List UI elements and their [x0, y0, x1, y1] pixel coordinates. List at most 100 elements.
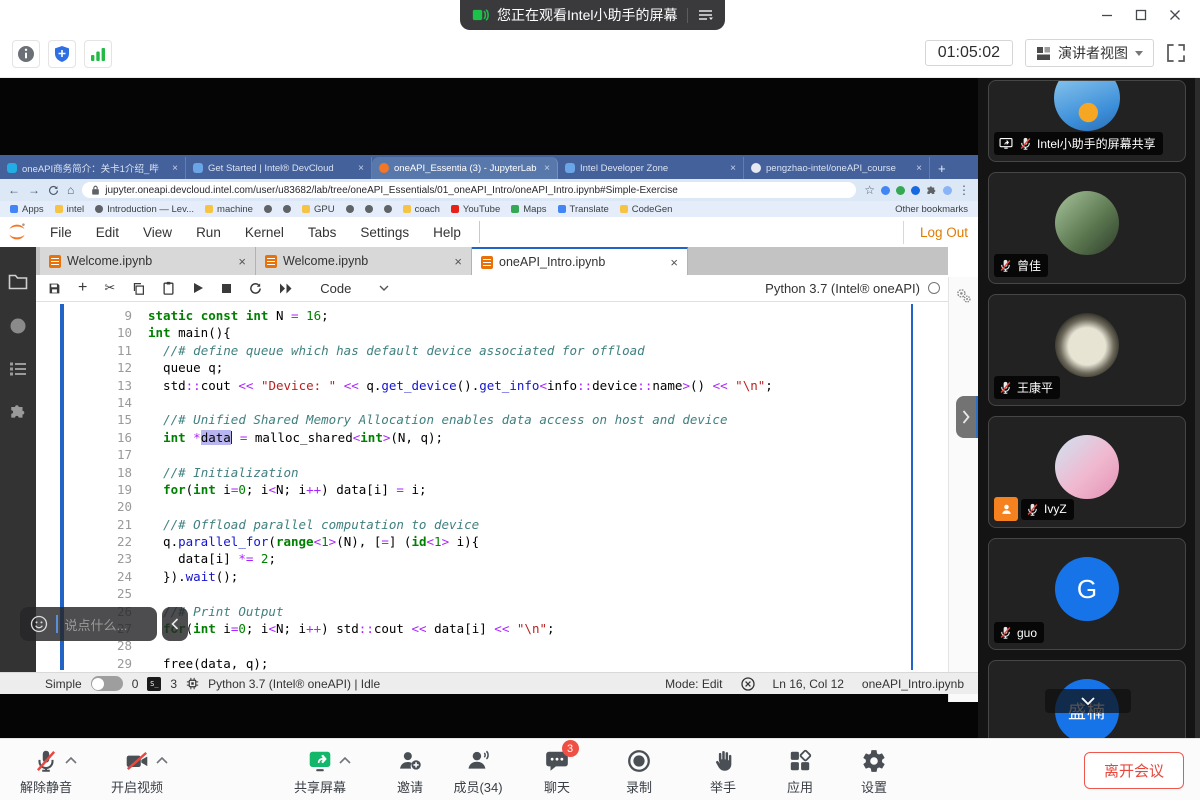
extension-manager-icon[interactable]	[9, 403, 27, 421]
document-tab[interactable]: oneAPI_Intro.ipynb×	[472, 247, 688, 275]
url-bar[interactable]: jupyter.oneapi.devcloud.intel.com/user/u…	[82, 182, 856, 198]
bookmark-item[interactable]: machine	[205, 204, 253, 215]
security-shield-icon[interactable]	[48, 40, 76, 68]
tab-close-icon[interactable]: ×	[454, 254, 462, 269]
bookmark-item[interactable]: Translate	[558, 204, 609, 215]
bookmark-star-icon[interactable]: ☆	[864, 183, 875, 197]
property-inspector-icon[interactable]	[955, 287, 972, 702]
participant-tile[interactable]: Gguo	[988, 538, 1186, 650]
menu-kernel[interactable]: Kernel	[233, 225, 296, 240]
bookmark-item[interactable]: Maps	[511, 204, 546, 215]
bookmark-item[interactable]: YouTube	[451, 204, 500, 215]
participant-tile[interactable]: 盛楠	[988, 660, 1186, 738]
chat-input[interactable]: 说点什么...	[20, 607, 157, 641]
other-bookmarks[interactable]: Other bookmarks	[895, 204, 968, 215]
bookmark-item[interactable]: GPU	[302, 204, 335, 215]
cell-type-select[interactable]: Code	[320, 281, 389, 296]
tab-close-icon[interactable]: ×	[358, 163, 364, 174]
network-signal-icon[interactable]	[84, 40, 112, 68]
forward-icon[interactable]: →	[28, 183, 40, 197]
new-tab-button[interactable]: +	[930, 157, 954, 179]
browser-tab[interactable]: oneAPI_Essentia (3) - JupyterLab×	[372, 157, 558, 179]
home-icon[interactable]: ⌂	[67, 183, 74, 197]
browser-tab[interactable]: pengzhao-intel/oneAPI_course×	[744, 157, 930, 179]
settings-button[interactable]: 设置	[842, 747, 906, 796]
tab-close-icon[interactable]: ×	[544, 163, 550, 174]
minimize-button[interactable]	[1090, 2, 1124, 28]
menu-file[interactable]: File	[38, 225, 84, 240]
unmute-button[interactable]: 解除静音	[14, 747, 78, 796]
logout-button[interactable]: Log Out	[903, 221, 968, 244]
cut-cells-button[interactable]: ✂	[104, 280, 115, 296]
notification-icon[interactable]	[741, 677, 755, 691]
leave-meeting-button[interactable]: 离开会议	[1084, 752, 1184, 789]
extensions-puzzle-icon[interactable]	[926, 185, 937, 196]
tab-close-icon[interactable]: ×	[916, 163, 922, 174]
raise-hand-button[interactable]: 举手	[691, 747, 755, 796]
menu-view[interactable]: View	[131, 225, 184, 240]
menu-help[interactable]: Help	[421, 225, 473, 240]
start-video-button[interactable]: 开启视频	[105, 747, 169, 796]
fullscreen-button[interactable]	[1166, 43, 1186, 63]
apps-button[interactable]: 应用	[768, 747, 832, 796]
menu-tabs[interactable]: Tabs	[296, 225, 349, 240]
sidebar-collapse-handle[interactable]	[956, 396, 978, 438]
document-tab[interactable]: Welcome.ipynb×	[40, 247, 256, 275]
profile-avatar-icon[interactable]	[943, 186, 952, 195]
chat-collapse-button[interactable]	[162, 607, 188, 641]
close-button[interactable]	[1158, 2, 1192, 28]
extension-icon[interactable]	[911, 186, 920, 195]
bookmark-item[interactable]: Introduction — Lev...	[95, 204, 194, 215]
tab-close-icon[interactable]: ×	[730, 163, 736, 174]
browser-tab[interactable]: oneAPI商务简介：关卡1介绍_哔×	[0, 157, 186, 179]
browser-tab[interactable]: Get Started | Intel® DevCloud×	[186, 157, 372, 179]
tab-close-icon[interactable]: ×	[238, 254, 246, 269]
terminal-icon[interactable]: S_	[147, 677, 161, 691]
running-sessions-icon[interactable]	[9, 317, 27, 335]
restart-kernel-button[interactable]	[249, 282, 262, 295]
bookmark-item[interactable]	[264, 205, 272, 213]
back-icon[interactable]: ←	[8, 183, 20, 197]
run-all-button[interactable]	[279, 283, 293, 294]
save-button[interactable]	[48, 282, 61, 295]
tab-close-icon[interactable]: ×	[172, 163, 178, 174]
participant-tile[interactable]: IvyZ	[988, 416, 1186, 528]
extension-icon[interactable]	[896, 186, 905, 195]
copy-cells-button[interactable]	[132, 282, 145, 295]
bookmark-item[interactable]: intel	[55, 204, 84, 215]
bookmark-item[interactable]	[346, 205, 354, 213]
add-cell-button[interactable]: +	[78, 279, 87, 297]
paste-cells-button[interactable]	[162, 281, 175, 295]
menu-edit[interactable]: Edit	[84, 225, 131, 240]
participant-tile[interactable]: 曾佳	[988, 172, 1186, 284]
menu-run[interactable]: Run	[184, 225, 233, 240]
record-button[interactable]: 录制	[607, 747, 671, 796]
participant-tile[interactable]: 王康平	[988, 294, 1186, 406]
document-tab[interactable]: Welcome.ipynb×	[256, 247, 472, 275]
browser-menu-icon[interactable]: ⋮	[958, 183, 970, 197]
bookmark-item[interactable]: coach	[403, 204, 440, 215]
bookmark-item[interactable]	[384, 205, 392, 213]
chevron-up-icon[interactable]	[65, 757, 77, 764]
bookmark-item[interactable]: Apps	[10, 204, 44, 215]
bookmark-item[interactable]: CodeGen	[620, 204, 673, 215]
stop-kernel-button[interactable]	[221, 283, 232, 294]
kernel-status-text[interactable]: Python 3.7 (Intel® oneAPI) | Idle	[208, 677, 380, 691]
tab-close-icon[interactable]: ×	[670, 255, 678, 270]
bookmark-item[interactable]	[283, 205, 291, 213]
chevron-up-icon[interactable]	[156, 757, 168, 764]
command-palette-icon[interactable]	[9, 361, 27, 377]
banner-menu-icon[interactable]	[698, 9, 713, 21]
menu-settings[interactable]: Settings	[348, 225, 421, 240]
view-mode-select[interactable]: 演讲者视图	[1025, 39, 1154, 67]
emoji-icon[interactable]	[29, 614, 49, 634]
chevron-up-icon[interactable]	[339, 757, 351, 764]
run-cell-button[interactable]	[192, 282, 204, 294]
members-button[interactable]: 成员(34)	[446, 747, 510, 796]
maximize-button[interactable]	[1124, 2, 1158, 28]
cursor-position[interactable]: Ln 16, Col 12	[773, 677, 844, 691]
browser-tab[interactable]: Intel Developer Zone×	[558, 157, 744, 179]
chat-button[interactable]: 3聊天	[525, 747, 589, 796]
scroll-more-indicator[interactable]	[1045, 689, 1131, 713]
invite-button[interactable]: 邀请	[378, 747, 442, 796]
